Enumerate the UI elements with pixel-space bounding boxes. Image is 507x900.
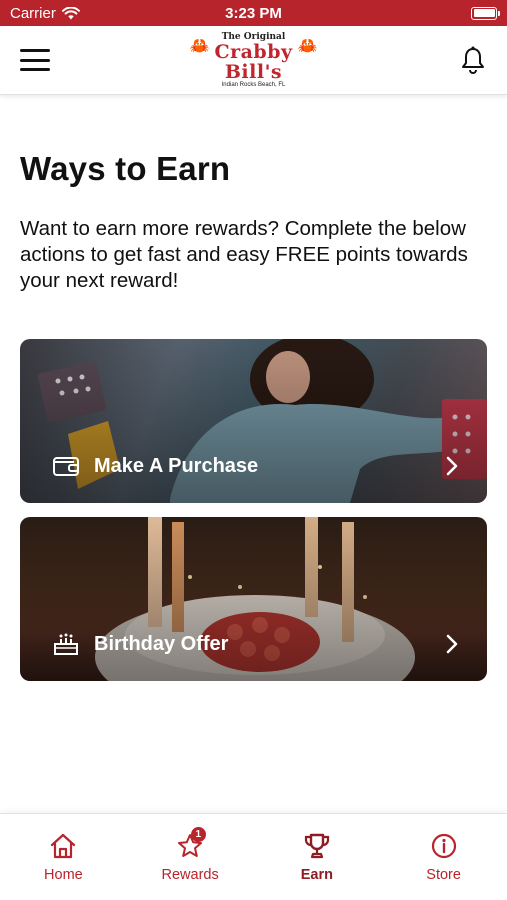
tab-label: Rewards xyxy=(161,867,219,883)
cake-icon xyxy=(54,633,78,655)
tab-store[interactable]: Store xyxy=(380,814,507,900)
tab-home[interactable]: Home xyxy=(0,814,127,900)
birthday-offer-label: Birthday Offer xyxy=(52,632,228,656)
chevron-right-icon xyxy=(446,456,458,476)
page-description: Want to earn more rewards? Complete the … xyxy=(20,217,468,292)
battery-icon xyxy=(471,6,500,20)
status-bar: Carrier 3:23 PM xyxy=(0,0,507,26)
wifi-icon xyxy=(61,6,80,19)
hamburger-menu-button[interactable] xyxy=(20,49,50,71)
rewards-badge: 1 xyxy=(190,827,206,842)
logo-line3: Indian Rocks Beach, FL xyxy=(221,82,286,88)
wallet-icon xyxy=(53,457,79,476)
page-title: Ways to Earn xyxy=(20,150,231,187)
crabby-bills-logo: 🦀 The Original Crabby Bill's Indian Rock… xyxy=(188,32,320,88)
crab-claw-left-icon: 🦀 xyxy=(189,38,210,55)
tab-label: Earn xyxy=(300,867,333,883)
make-a-purchase-label: Make A Purchase xyxy=(52,454,258,478)
tab-earn[interactable]: Earn xyxy=(254,814,381,900)
tab-label: Store xyxy=(426,867,461,883)
carrier-label: Carrier xyxy=(10,4,56,22)
tab-rewards[interactable]: 1 Rewards xyxy=(127,814,254,900)
status-left: Carrier xyxy=(10,5,80,22)
trophy-icon xyxy=(304,833,329,859)
chevron-right-icon xyxy=(446,634,458,654)
app-header: 🦀 The Original Crabby Bill's Indian Rock… xyxy=(0,26,507,95)
tab-label: Home xyxy=(44,867,83,883)
bottom-tab-bar: Home 1 Rewards Earn Store xyxy=(0,813,507,900)
make-a-purchase-card[interactable]: Make A Purchase xyxy=(20,339,487,503)
card-title: Make A Purchase xyxy=(94,454,259,477)
info-icon xyxy=(431,833,456,859)
birthday-offer-card[interactable]: Birthday Offer xyxy=(20,517,487,681)
crab-claw-right-icon: 🦀 xyxy=(297,38,318,55)
notification-bell-button[interactable] xyxy=(459,45,487,75)
card-title: Birthday Offer xyxy=(94,632,229,655)
home-icon xyxy=(51,833,76,859)
